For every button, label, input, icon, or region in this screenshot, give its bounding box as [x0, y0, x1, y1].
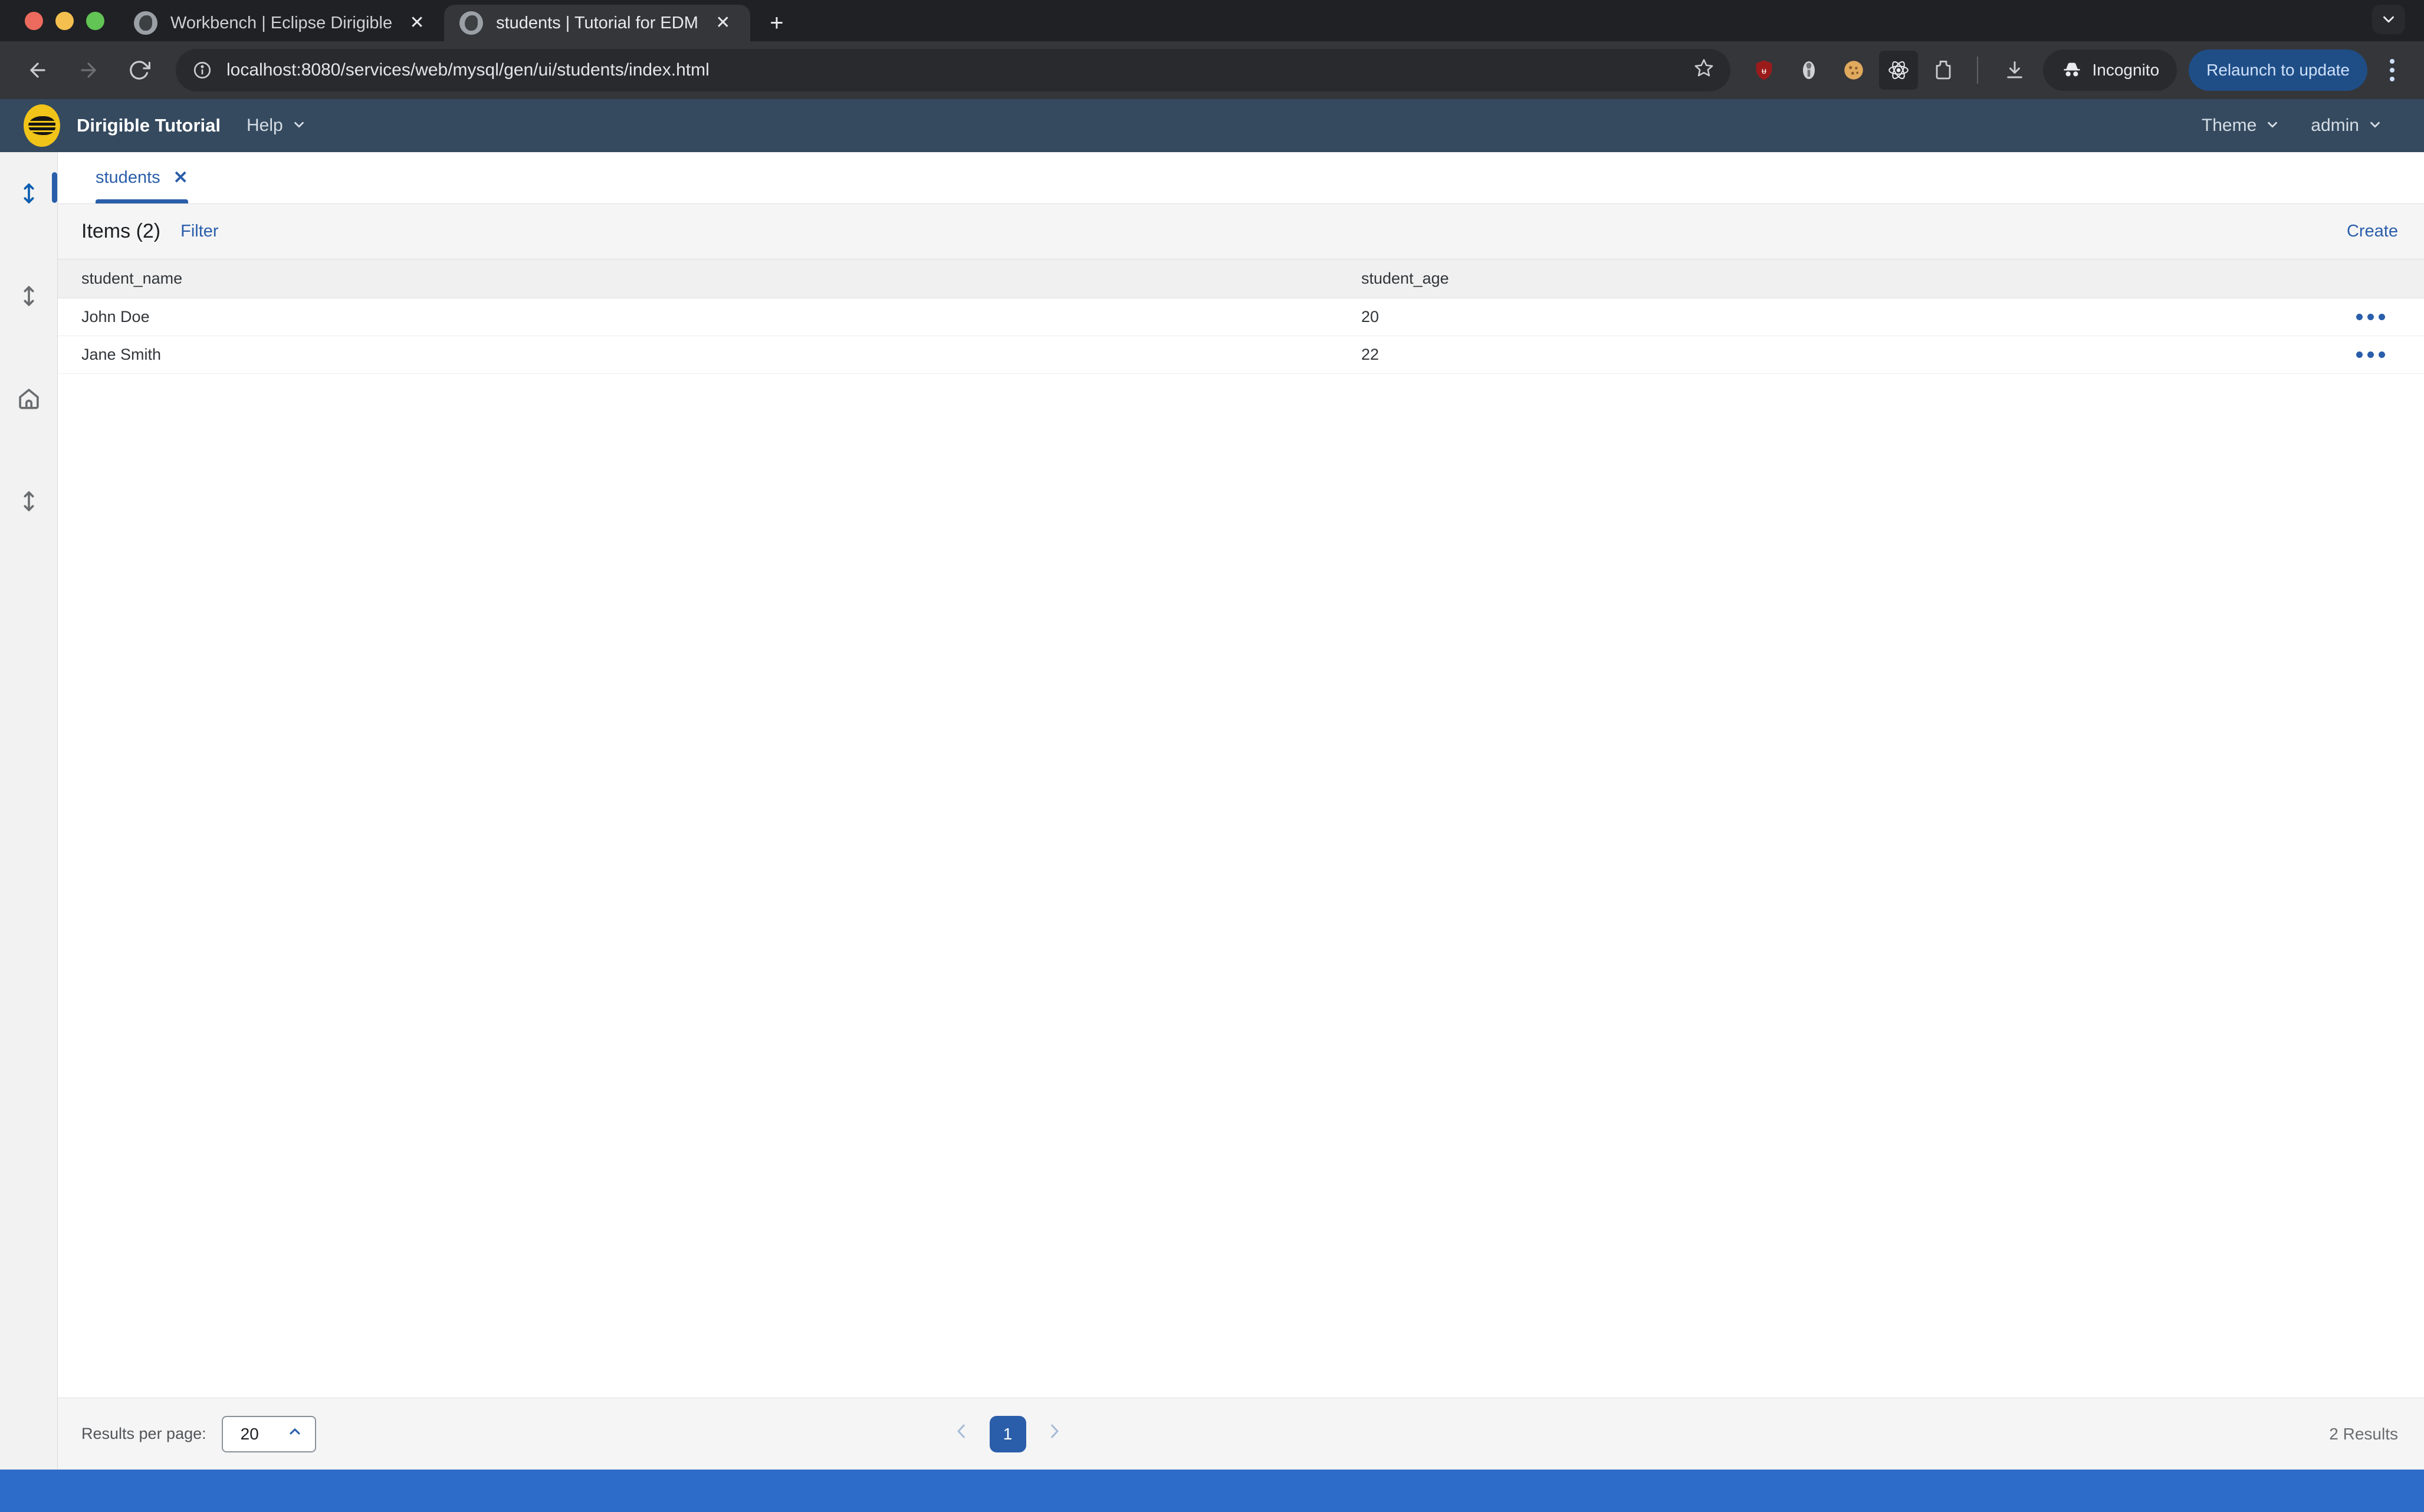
active-indicator-bar: [52, 172, 57, 203]
browser-tab-title: Workbench | Eclipse Dirigible: [170, 13, 393, 32]
table-empty-space: [58, 374, 2424, 1398]
theme-menu-label: Theme: [2201, 116, 2257, 135]
browser-window: Workbench | Eclipse Dirigible ✕ students…: [0, 0, 2424, 1512]
chevron-down-icon: [291, 117, 307, 135]
dirigible-logo: [24, 104, 60, 147]
results-per-page-value: 20: [240, 1424, 259, 1443]
table-row[interactable]: Jane Smith 22: [58, 336, 2424, 374]
browser-tab-active[interactable]: students | Tutorial for EDM ✕: [444, 5, 750, 41]
table-header-row: student_name student_age: [58, 259, 2424, 298]
tab-active-underline: [96, 199, 188, 203]
filter-button[interactable]: Filter: [180, 222, 218, 241]
column-header-student-age[interactable]: student_age: [1338, 269, 2336, 288]
items-count-label: Items (2): [81, 220, 161, 242]
ublock-origin-icon[interactable]: ᵾ: [1745, 51, 1783, 90]
tools-extension-icon[interactable]: [1789, 51, 1828, 90]
sidebar-item-resize-1[interactable]: [0, 167, 58, 219]
extension-icons: ᵾ: [1745, 51, 1963, 90]
cell-student-age: 20: [1361, 308, 1379, 326]
resize-vertical-icon: [24, 286, 34, 306]
chevron-left-icon[interactable]: [946, 1421, 977, 1447]
more-horizontal-icon[interactable]: [2336, 336, 2424, 374]
app-title: Dirigible Tutorial: [77, 115, 221, 136]
chevron-up-icon: [287, 1424, 303, 1444]
toolbar-divider: [1976, 57, 1978, 84]
address-bar[interactable]: localhost:8080/services/web/mysql/gen/ui…: [176, 49, 1730, 91]
create-button[interactable]: Create: [2347, 222, 2398, 241]
react-devtools-icon[interactable]: [1878, 51, 1918, 90]
results-per-page-select[interactable]: 20: [221, 1415, 316, 1452]
browser-tab-title: students | Tutorial for EDM: [496, 13, 698, 32]
cookie-extension-icon[interactable]: [1834, 51, 1873, 90]
items-table: student_name student_age John Doe 20 Jan…: [58, 259, 2424, 1398]
status-bar: [0, 1470, 2424, 1512]
chevron-down-icon: [2367, 117, 2383, 135]
kebab-menu-icon[interactable]: [2376, 49, 2409, 91]
workspace-tab-students[interactable]: students ✕: [80, 152, 203, 203]
page-number-1[interactable]: 1: [989, 1415, 1026, 1452]
tab-search-icon[interactable]: [2372, 5, 2405, 34]
pagination: 1: [946, 1415, 1070, 1452]
cell-student-name: Jane Smith: [81, 346, 162, 363]
resize-vertical-icon: [24, 491, 34, 511]
minimize-window-button[interactable]: [55, 11, 74, 30]
table-row[interactable]: John Doe 20: [58, 298, 2424, 336]
more-horizontal-icon[interactable]: [2336, 298, 2424, 336]
home-icon: [18, 389, 39, 409]
close-icon[interactable]: ✕: [405, 14, 429, 32]
extensions-puzzle-icon[interactable]: [1924, 51, 1963, 90]
resize-vertical-icon: [24, 183, 34, 203]
sidebar-item-home[interactable]: [0, 373, 58, 425]
incognito-indicator[interactable]: Incognito: [2042, 50, 2177, 91]
url-text: localhost:8080/services/web/mysql/gen/ui…: [226, 60, 710, 80]
svg-text:ᵾ: ᵾ: [1761, 66, 1766, 76]
relaunch-to-update-button[interactable]: Relaunch to update: [2189, 50, 2367, 91]
globe-icon: [134, 11, 157, 35]
globe-icon: [459, 11, 484, 35]
download-icon[interactable]: [1992, 48, 2037, 93]
side-nav: [0, 152, 58, 1470]
workspace-tab-label: students: [96, 168, 160, 187]
sidebar-item-resize-3[interactable]: [0, 475, 58, 527]
sidebar-item-resize-2[interactable]: [0, 270, 58, 322]
browser-tab[interactable]: Workbench | Eclipse Dirigible ✕: [119, 5, 444, 41]
user-menu-label: admin: [2311, 116, 2359, 135]
column-header-student-name[interactable]: student_name: [58, 269, 1338, 288]
reload-icon[interactable]: [117, 48, 162, 93]
incognito-label: Incognito: [2092, 61, 2160, 79]
help-menu-label: Help: [247, 116, 283, 135]
content-area: students ✕ Items (2) Filter Create stude…: [58, 152, 2424, 1470]
cell-student-age: 22: [1361, 346, 1379, 363]
user-menu[interactable]: admin: [2311, 116, 2383, 136]
application: Dirigible Tutorial Help Theme admin stud…: [0, 99, 2424, 1512]
chevron-right-icon[interactable]: [1039, 1421, 1070, 1447]
app-header: Dirigible Tutorial Help Theme admin: [0, 99, 2424, 152]
maximize-window-button[interactable]: [86, 11, 104, 30]
close-icon[interactable]: ✕: [173, 167, 188, 188]
close-window-button[interactable]: [25, 11, 43, 30]
back-icon[interactable]: [15, 48, 60, 93]
cell-student-name: John Doe: [81, 308, 150, 326]
star-icon[interactable]: [1694, 58, 1714, 83]
close-icon[interactable]: ✕: [711, 14, 735, 32]
forward-icon[interactable]: [66, 48, 111, 93]
theme-menu[interactable]: Theme: [2202, 116, 2280, 136]
chevron-down-icon: [2265, 117, 2280, 135]
browser-toolbar: localhost:8080/services/web/mysql/gen/ui…: [0, 41, 2424, 99]
results-per-page-label: Results per page:: [81, 1425, 206, 1442]
app-header-right: Theme admin: [2202, 116, 2400, 136]
app-body: students ✕ Items (2) Filter Create stude…: [0, 152, 2424, 1470]
incognito-icon: [2061, 59, 2083, 81]
table-footer: Results per page: 20 1 2 Results: [58, 1398, 2424, 1470]
results-count-label: 2 Results: [2329, 1424, 2398, 1443]
list-toolbar: Items (2) Filter Create: [58, 204, 2424, 259]
site-info-icon[interactable]: [192, 60, 212, 80]
workspace-tab-bar: students ✕: [58, 152, 2424, 204]
help-menu[interactable]: Help: [247, 116, 307, 136]
new-tab-button[interactable]: +: [758, 5, 795, 41]
browser-tab-strip: Workbench | Eclipse Dirigible ✕ students…: [0, 0, 2424, 41]
window-controls: [0, 0, 119, 41]
